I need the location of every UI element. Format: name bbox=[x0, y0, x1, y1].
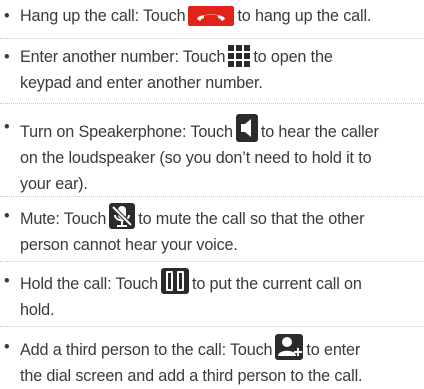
item-text-start: Enter another number: Touch bbox=[20, 48, 226, 66]
item-text-cont: hold. bbox=[20, 301, 55, 319]
item-text-start: Hold the call: Touch bbox=[20, 275, 158, 293]
item-text-end: to mute the call so that the other bbox=[138, 210, 365, 228]
item-text-end: to hang up the call. bbox=[237, 7, 372, 25]
item-text-start: Hang up the call: Touch bbox=[20, 7, 186, 25]
item-text-cont: keypad and enter another number. bbox=[20, 74, 263, 92]
divider bbox=[0, 261, 424, 262]
item-text-start: Turn on Speakerphone: Touch bbox=[20, 123, 233, 141]
speaker-icon bbox=[235, 114, 258, 142]
add-person-icon bbox=[275, 334, 304, 360]
mute-icon bbox=[109, 203, 136, 229]
item-text-start: Add a third person to the call: Touch bbox=[20, 341, 273, 359]
item-text-cont: on the loudspeaker (so you don’t need to… bbox=[20, 149, 372, 167]
bullet: • bbox=[4, 118, 10, 136]
bullet: • bbox=[4, 207, 10, 225]
hold-icon bbox=[160, 268, 189, 294]
divider bbox=[0, 326, 424, 327]
divider bbox=[0, 103, 424, 104]
bullet: • bbox=[4, 7, 10, 25]
keypad-icon bbox=[228, 45, 251, 67]
item-text-end: to enter bbox=[306, 341, 361, 359]
item-text-end: to open the bbox=[253, 48, 333, 66]
instruction-list: • Hang up the call: Touch to hang up the… bbox=[0, 0, 424, 389]
divider bbox=[0, 196, 424, 197]
bullet: • bbox=[4, 48, 10, 66]
item-text-end: to hear the caller bbox=[260, 123, 379, 141]
item-text-cont: the dial screen and add a third person t… bbox=[20, 367, 363, 385]
item-text-end: to put the current call on bbox=[191, 275, 362, 293]
hang-up-icon bbox=[188, 6, 235, 26]
bullet: • bbox=[4, 338, 10, 356]
item-text-cont-2: your ear). bbox=[20, 175, 88, 193]
item-text-start: Mute: Touch bbox=[20, 210, 107, 228]
divider bbox=[0, 38, 424, 39]
bullet: • bbox=[4, 272, 10, 290]
item-text-cont: person cannot hear your voice. bbox=[20, 236, 238, 254]
